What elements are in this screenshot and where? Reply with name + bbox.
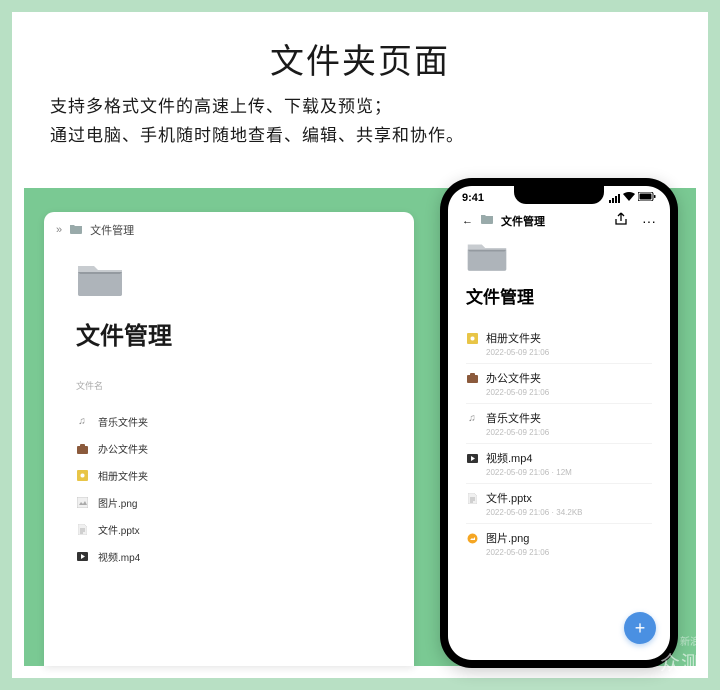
file-meta: 2022-05-09 21:06 xyxy=(486,388,652,397)
list-item[interactable]: 文件.pptx xyxy=(76,516,382,543)
video-icon xyxy=(76,551,88,563)
folder-small-icon xyxy=(481,214,493,227)
phone-notch xyxy=(514,186,604,204)
file-name: 音乐文件夹 xyxy=(486,410,541,426)
file-meta: 2022-05-09 21:06 xyxy=(486,348,652,357)
status-time: 9:41 xyxy=(462,192,484,204)
list-item[interactable]: 视频.mp4 xyxy=(76,543,382,570)
expand-icon[interactable]: » xyxy=(56,224,62,236)
list-item[interactable]: 视频.mp4 2022-05-09 21:06 · 12M xyxy=(466,444,652,484)
page-heading: 文件夹页面 xyxy=(50,34,670,83)
watermark-sub: 新浪 xyxy=(680,633,700,648)
file-name: 办公文件夹 xyxy=(98,441,148,456)
file-name: 音乐文件夹 xyxy=(98,414,148,429)
doc-icon xyxy=(76,524,88,536)
file-name: 图片.png xyxy=(486,530,529,546)
desktop-window: » 文件管理 文件管理 文件名 ♫ 音乐文件夹办公文件夹相册文件夹图片.png 文件… xyxy=(44,212,414,666)
list-item[interactable]: ♫ 音乐文件夹 2022-05-09 21:06 xyxy=(466,404,652,444)
image-icon xyxy=(466,532,478,544)
file-name: 办公文件夹 xyxy=(486,370,541,386)
battery-icon xyxy=(638,192,656,204)
list-item[interactable]: 图片.png xyxy=(76,489,382,516)
list-item[interactable]: ♫ 音乐文件夹 xyxy=(76,408,382,435)
file-name: 视频.mp4 xyxy=(98,549,140,564)
add-button[interactable]: + xyxy=(624,612,656,644)
file-name: 视频.mp4 xyxy=(486,450,532,466)
desktop-page-title: 文件管理 xyxy=(76,316,382,351)
folder-icon xyxy=(76,262,124,298)
share-icon[interactable] xyxy=(614,212,628,229)
phone-frame: 9:41 ← 文件管理 ··· xyxy=(440,178,678,668)
briefcase-icon xyxy=(466,372,478,384)
music-icon: ♫ xyxy=(466,412,478,424)
file-name: 文件.pptx xyxy=(98,522,140,537)
list-item[interactable]: 文件.pptx 2022-05-09 21:06 · 34.2KB xyxy=(466,484,652,524)
image-icon xyxy=(76,497,88,509)
list-item[interactable]: 办公文件夹 xyxy=(76,435,382,462)
doc-icon xyxy=(466,492,478,504)
file-meta: 2022-05-09 21:06 · 34.2KB xyxy=(486,508,652,517)
column-header: 文件名 xyxy=(76,379,382,398)
video-icon xyxy=(466,452,478,464)
file-name: 图片.png xyxy=(98,495,137,510)
music-icon: ♫ xyxy=(76,416,88,428)
file-meta: 2022-05-09 21:06 xyxy=(486,428,652,437)
page-subtitle: 支持多格式文件的高速上传、下载及预览； 通过电脑、手机随时随地查看、编辑、共享和… xyxy=(50,93,670,151)
more-icon[interactable]: ··· xyxy=(642,213,656,229)
album-icon xyxy=(76,470,88,482)
folder-icon xyxy=(466,241,508,273)
file-name: 相册文件夹 xyxy=(98,468,148,483)
file-name: 相册文件夹 xyxy=(486,330,541,346)
list-item[interactable]: 相册文件夹 2022-05-09 21:06 xyxy=(466,324,652,364)
showcase-area: » 文件管理 文件管理 文件名 ♫音乐文件夹办公文件夹相册文件夹图片.png文件… xyxy=(24,188,696,666)
breadcrumb-label: 文件管理 xyxy=(90,222,134,238)
album-icon xyxy=(466,332,478,344)
file-name: 文件.pptx xyxy=(486,490,532,506)
folder-small-icon xyxy=(70,224,82,237)
list-item[interactable]: 办公文件夹 2022-05-09 21:06 xyxy=(466,364,652,404)
list-item[interactable]: 相册文件夹 xyxy=(76,462,382,489)
back-button[interactable]: ← 文件管理 xyxy=(462,213,545,229)
file-meta: 2022-05-09 21:06 xyxy=(486,548,652,557)
nav-title: 文件管理 xyxy=(501,213,545,229)
wifi-icon xyxy=(623,192,635,204)
chevron-left-icon: ← xyxy=(462,215,473,227)
breadcrumb[interactable]: » 文件管理 xyxy=(44,212,414,248)
signal-icon xyxy=(609,194,620,203)
phone-page-title: 文件管理 xyxy=(466,283,652,308)
file-meta: 2022-05-09 21:06 · 12M xyxy=(486,468,652,477)
briefcase-icon xyxy=(76,443,88,455)
list-item[interactable]: 图片.png 2022-05-09 21:06 xyxy=(466,524,652,563)
